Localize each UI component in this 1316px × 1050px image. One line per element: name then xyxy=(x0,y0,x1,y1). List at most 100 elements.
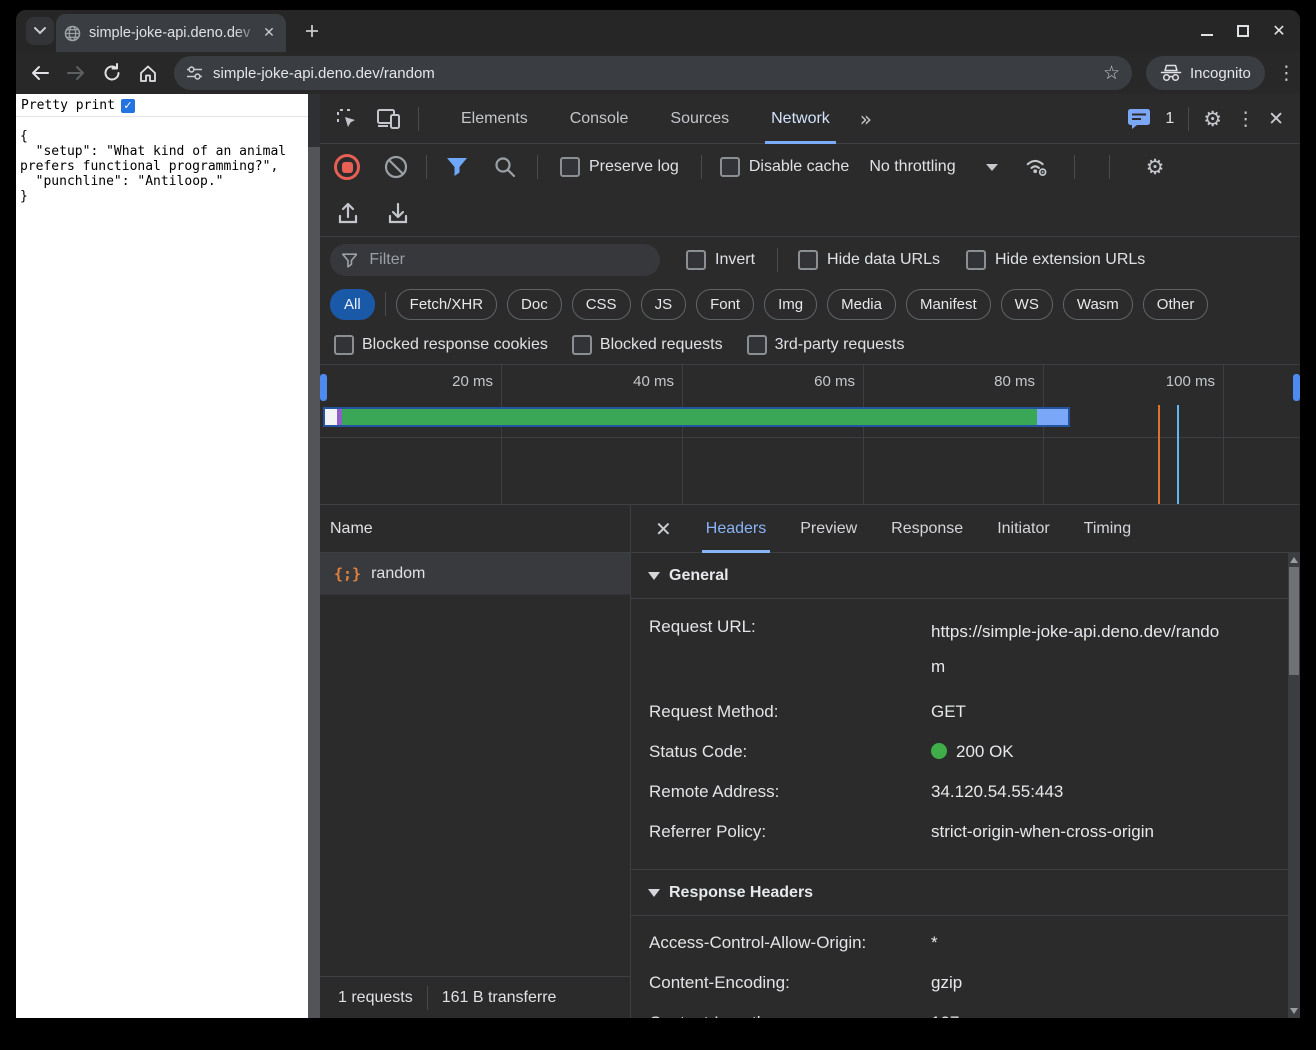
back-button[interactable] xyxy=(28,61,52,85)
download-icon xyxy=(386,201,410,225)
request-row-random[interactable]: {;} random xyxy=(320,553,630,595)
devtools-tab-sources[interactable]: Sources xyxy=(670,94,729,144)
general-section-header[interactable]: General xyxy=(631,553,1288,599)
third-party-requests-label: 3rd-party requests xyxy=(775,336,905,354)
blocked-response-cookies-checkbox[interactable] xyxy=(334,335,354,355)
import-har-button[interactable] xyxy=(334,199,362,227)
funnel-icon xyxy=(446,157,468,177)
name-column-header[interactable]: Name xyxy=(320,505,630,553)
browser-toolbar: simple-joke-api.deno.dev/random ☆ Incogn… xyxy=(16,52,1300,94)
chip-img[interactable]: Img xyxy=(764,289,817,320)
devtools-menu-button[interactable]: ⋮ xyxy=(1236,108,1254,130)
filter-input[interactable] xyxy=(367,250,648,270)
record-network-log-button[interactable] xyxy=(334,154,360,180)
export-har-button[interactable] xyxy=(384,199,412,227)
preserve-log-checkbox[interactable] xyxy=(560,157,580,177)
filter-toggle-button[interactable] xyxy=(443,153,471,181)
devtools-close-button[interactable]: ✕ xyxy=(1268,108,1284,130)
network-overview-timeline[interactable]: 20 ms 40 ms 60 ms 80 ms 100 ms xyxy=(320,364,1300,505)
divider xyxy=(426,155,427,179)
details-tab-timing[interactable]: Timing xyxy=(1084,505,1131,553)
devtools-settings-gear-icon[interactable]: ⚙ xyxy=(1203,107,1222,131)
invert-label: Invert xyxy=(715,251,755,269)
home-button[interactable] xyxy=(136,61,160,85)
timeline-left-handle[interactable] xyxy=(320,374,327,401)
third-party-requests-checkbox[interactable] xyxy=(747,335,767,355)
chip-ws[interactable]: WS xyxy=(1001,289,1053,320)
browser-window: simple-joke-api.deno.dev ✕ ✕ xyxy=(16,10,1300,1018)
divider xyxy=(777,248,778,272)
hide-extension-urls-checkbox[interactable] xyxy=(966,250,986,270)
timeline-right-handle[interactable] xyxy=(1293,374,1300,401)
disable-cache-checkbox[interactable] xyxy=(720,157,740,177)
forward-button[interactable] xyxy=(64,61,88,85)
details-tab-initiator[interactable]: Initiator xyxy=(997,505,1049,553)
details-scrollbar[interactable] xyxy=(1288,553,1300,1018)
chip-other[interactable]: Other xyxy=(1143,289,1209,320)
more-tabs-icon[interactable]: » xyxy=(860,107,872,131)
details-close-button[interactable]: ✕ xyxy=(655,517,672,541)
tab-search-button[interactable] xyxy=(26,17,54,45)
request-waterfall-bar[interactable] xyxy=(325,409,1068,425)
requests-table: Name {;} random 1 requests 161 B transfe… xyxy=(320,505,630,1018)
forward-arrow-icon xyxy=(66,64,86,82)
response-headers-section-header[interactable]: Response Headers xyxy=(631,870,1288,916)
throttling-select[interactable]: No throttling xyxy=(869,158,955,176)
tab-close-icon[interactable]: ✕ xyxy=(260,24,278,42)
upload-icon xyxy=(336,201,360,225)
invert-checkbox[interactable] xyxy=(686,250,706,270)
browser-tab[interactable]: simple-joke-api.deno.dev ✕ xyxy=(56,14,286,52)
har-row xyxy=(320,190,1300,237)
funnel-icon xyxy=(342,253,357,268)
details-tab-preview[interactable]: Preview xyxy=(800,505,857,553)
pretty-print-checkbox[interactable]: ✓ xyxy=(121,99,135,113)
scroll-up-arrow-icon[interactable] xyxy=(1290,557,1298,563)
chip-font[interactable]: Font xyxy=(696,289,754,320)
address-bar[interactable]: simple-joke-api.deno.dev/random ☆ xyxy=(174,56,1132,90)
throttling-caret-icon[interactable] xyxy=(986,164,998,171)
maximize-button[interactable] xyxy=(1236,24,1250,38)
header-value: https://simple-joke-api.deno.dev/random xyxy=(931,614,1231,684)
reload-icon xyxy=(102,63,122,83)
url-text[interactable]: simple-joke-api.deno.dev/random xyxy=(213,65,1103,82)
details-tab-headers[interactable]: Headers xyxy=(706,505,766,553)
header-label: Status Code: xyxy=(631,739,931,764)
console-message-count[interactable]: 1 xyxy=(1165,110,1174,128)
minimize-button[interactable] xyxy=(1200,24,1214,38)
chip-js[interactable]: JS xyxy=(641,289,687,320)
console-messages-icon[interactable] xyxy=(1127,108,1151,130)
search-network-button[interactable] xyxy=(491,153,519,181)
disclosure-triangle-icon xyxy=(648,889,660,897)
chip-all[interactable]: All xyxy=(330,289,375,320)
chip-manifest[interactable]: Manifest xyxy=(906,289,991,320)
hide-data-urls-checkbox[interactable] xyxy=(798,250,818,270)
blocked-requests-checkbox[interactable] xyxy=(572,335,592,355)
browser-menu-button[interactable]: ⋮ xyxy=(1277,62,1295,84)
bookmark-star-icon[interactable]: ☆ xyxy=(1103,62,1120,84)
inspect-element-button[interactable] xyxy=(332,104,362,134)
header-row: Status Code: 200 OK xyxy=(631,729,1288,769)
chip-fetch-xhr[interactable]: Fetch/XHR xyxy=(396,289,497,320)
details-tab-response[interactable]: Response xyxy=(891,505,963,553)
header-label: Remote Address: xyxy=(631,779,931,804)
network-settings-gear-icon[interactable]: ⚙ xyxy=(1146,155,1165,179)
network-conditions-button[interactable] xyxy=(1024,153,1052,181)
devtools-tab-console[interactable]: Console xyxy=(570,94,629,144)
chip-wasm[interactable]: Wasm xyxy=(1063,289,1133,320)
site-info-icon[interactable] xyxy=(186,65,203,81)
window-close-button[interactable]: ✕ xyxy=(1272,24,1286,38)
device-toolbar-button[interactable] xyxy=(374,104,404,134)
scrollbar-thumb[interactable] xyxy=(1289,567,1299,675)
chip-css[interactable]: CSS xyxy=(572,289,631,320)
devtools-tab-network[interactable]: Network xyxy=(771,94,830,144)
request-type-chips: All Fetch/XHR Doc CSS JS Font Img Media … xyxy=(320,283,1300,325)
devtools-tab-elements[interactable]: Elements xyxy=(461,94,528,144)
chip-media[interactable]: Media xyxy=(827,289,896,320)
clear-network-log-button[interactable] xyxy=(382,153,410,181)
scroll-down-arrow-icon[interactable] xyxy=(1290,1008,1298,1014)
chip-doc[interactable]: Doc xyxy=(507,289,562,320)
divider xyxy=(1188,107,1189,131)
new-tab-button[interactable] xyxy=(300,19,324,43)
reload-button[interactable] xyxy=(100,61,124,85)
page-scrollbar[interactable] xyxy=(308,94,320,1018)
